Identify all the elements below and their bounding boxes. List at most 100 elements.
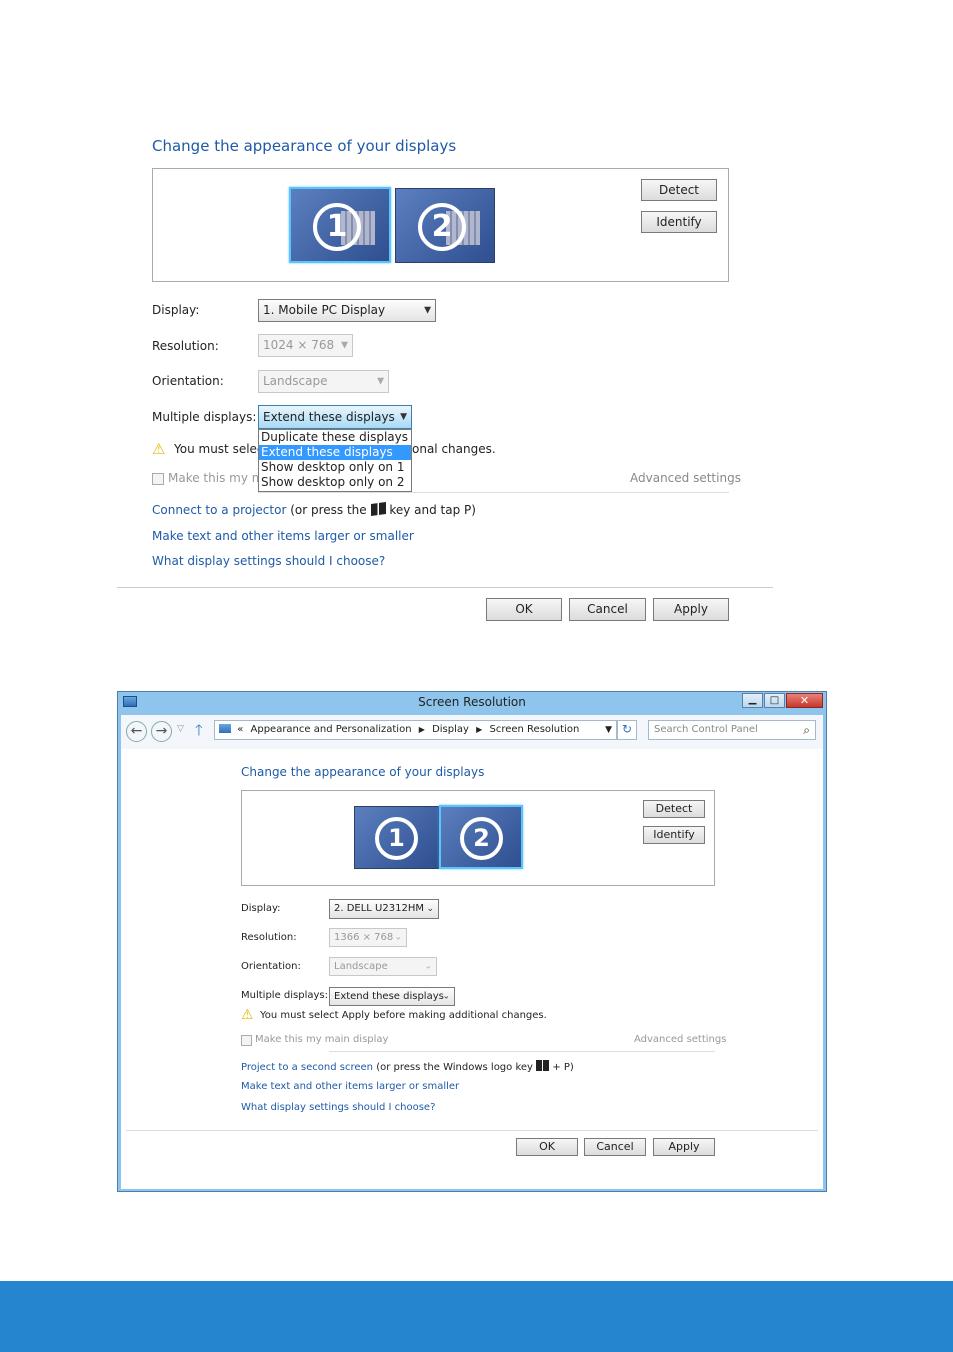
minimize-button[interactable]: ▁ (742, 693, 763, 708)
display-select[interactable]: 1. Mobile PC Display ▼ (258, 299, 436, 322)
advanced-settings-link[interactable]: Advanced settings (630, 471, 741, 485)
select-value: 2. DELL U2312HM (334, 903, 424, 914)
warning-text: You must select Apply before making addi… (260, 1010, 547, 1021)
projector-hint-b: key and tap P) (389, 503, 476, 517)
warning-icon: ⚠ (241, 1007, 254, 1023)
page-title: Change the appearance of your displays (241, 765, 485, 779)
chevron-right-icon[interactable]: ▶ (476, 725, 482, 734)
select-value: 1024 × 768 (263, 338, 335, 352)
dropdown-option[interactable]: Show desktop only on 1 (259, 460, 411, 475)
close-button[interactable]: ✕ (786, 693, 823, 708)
projector-hint-a: (or press the (290, 503, 367, 517)
project-line: Project to a second screen (or press the… (241, 1060, 574, 1073)
monitor-number: 2 (460, 817, 503, 860)
select-value: Landscape (334, 961, 388, 972)
display-label: Display: (152, 303, 200, 317)
orientation-label: Orientation: (152, 374, 224, 388)
breadcrumb-item[interactable]: Display (432, 724, 469, 735)
advanced-settings-link[interactable]: Advanced settings (634, 1034, 726, 1045)
display-label: Display: (241, 903, 281, 914)
resolution-label: Resolution: (241, 932, 297, 943)
chevron-down-icon: ▼ (424, 305, 431, 315)
display-select[interactable]: 2. DELL U2312HM ⌄ (329, 899, 439, 919)
chevron-down-icon: ⌄ (424, 961, 432, 971)
multiple-displays-dropdown: Duplicate these displays Extend these di… (258, 429, 412, 492)
dropdown-option-selected[interactable]: Extend these displays (259, 445, 411, 460)
back-button[interactable]: ← (126, 721, 147, 742)
monitor-1[interactable]: 1 (354, 806, 439, 869)
text-size-link[interactable]: Make text and other items larger or smal… (152, 529, 414, 543)
search-icon[interactable]: ⌕ (803, 721, 810, 739)
breadcrumb-item[interactable]: Appearance and Personalization (251, 724, 412, 735)
connect-projector-link[interactable]: Connect to a projector (152, 503, 286, 517)
chevron-down-icon: ⌄ (426, 904, 434, 914)
orientation-select[interactable]: Landscape ▼ (258, 370, 389, 393)
resolution-select[interactable]: 1366 × 768 ⌄ (329, 928, 407, 947)
screen-resolution-window: Screen Resolution ▁ □ ✕ ← → ▽ 🡑 « Appear… (117, 691, 827, 1192)
select-value: Landscape (263, 374, 328, 388)
multiple-displays-select[interactable]: Extend these displays ⌄ (329, 987, 455, 1006)
address-bar[interactable]: « Appearance and Personalization ▶ Displ… (214, 720, 617, 740)
warning-icon: ⚠ (152, 440, 166, 458)
chevron-down-icon: ▼ (400, 412, 407, 422)
refresh-button[interactable]: ↻ (617, 720, 637, 740)
multiple-displays-label: Multiple displays: (152, 410, 257, 424)
detect-button[interactable]: Detect (641, 179, 717, 201)
warning-text-left: You must selec (174, 442, 264, 456)
ok-button[interactable]: OK (486, 598, 562, 621)
control-panel-icon (219, 724, 231, 733)
cancel-button[interactable]: Cancel (569, 598, 646, 621)
identify-button[interactable]: Identify (643, 826, 705, 844)
project-second-screen-link[interactable]: Project to a second screen (241, 1062, 373, 1073)
multiple-displays-label: Multiple displays: (241, 990, 328, 1001)
orientation-select[interactable]: Landscape ⌄ (329, 957, 437, 976)
main-display-label: Make this my main display (255, 1034, 389, 1045)
display-help-link[interactable]: What display settings should I choose? (152, 554, 385, 568)
main-display-checkbox[interactable] (241, 1035, 252, 1046)
detect-button[interactable]: Detect (643, 800, 705, 818)
monitor-2[interactable]: 2 (395, 188, 495, 263)
text-size-link[interactable]: Make text and other items larger or smal… (241, 1081, 459, 1092)
multiple-displays-select[interactable]: Extend these displays ▼ (258, 405, 412, 429)
orientation-label: Orientation: (241, 961, 301, 972)
projector-line: Connect to a projector (or press the key… (152, 501, 476, 517)
dropdown-option[interactable]: Show desktop only on 2 (259, 475, 411, 490)
resolution-select[interactable]: 1024 × 768 ▼ (258, 334, 353, 357)
chevron-right-icon[interactable]: ▶ (419, 725, 425, 734)
navigation-bar: ← → ▽ 🡑 « Appearance and Personalization… (121, 715, 823, 749)
maximize-button[interactable]: □ (764, 693, 785, 708)
select-value: Extend these displays (334, 991, 444, 1002)
project-hint-b: + P) (552, 1062, 574, 1073)
select-value: 1366 × 768 (334, 932, 394, 943)
chevron-down-icon: ⌄ (442, 991, 450, 1001)
window-title: Screen Resolution (418, 695, 526, 709)
divider (258, 492, 729, 493)
display-help-link[interactable]: What display settings should I choose? (241, 1102, 435, 1113)
warning-text-right: onal changes. (412, 442, 496, 456)
divider (117, 587, 773, 588)
identify-button[interactable]: Identify (641, 211, 717, 233)
apply-button[interactable]: Apply (653, 598, 729, 621)
monitor-number: 1 (375, 817, 418, 860)
resolution-label: Resolution: (152, 339, 219, 353)
dropdown-option[interactable]: Duplicate these displays (259, 430, 411, 445)
windows-logo-icon (536, 1060, 550, 1071)
forward-button[interactable]: → (151, 721, 172, 742)
monitor-2[interactable]: 2 (439, 805, 523, 869)
search-input[interactable]: Search Control Panel ⌕ (648, 720, 816, 740)
chevron-down-icon[interactable]: ▼ (605, 721, 612, 739)
apply-button[interactable]: Apply (653, 1138, 715, 1156)
main-display-checkbox[interactable] (152, 473, 164, 485)
window-content: Change the appearance of your displays 1… (121, 749, 823, 1189)
recent-pages-chevron-icon[interactable]: ▽ (177, 724, 184, 734)
footer-band (0, 1281, 953, 1352)
chevron-down-icon: ▼ (377, 376, 384, 386)
select-value: Extend these displays (263, 410, 395, 424)
breadcrumb-item[interactable]: Screen Resolution (489, 724, 579, 735)
monitor-1[interactable]: 1 (289, 187, 391, 263)
ok-button[interactable]: OK (516, 1138, 578, 1156)
cancel-button[interactable]: Cancel (584, 1138, 646, 1156)
select-value: 1. Mobile PC Display (263, 303, 386, 317)
up-arrow-icon[interactable]: 🡑 (195, 720, 203, 745)
page-title: Change the appearance of your displays (152, 137, 457, 155)
